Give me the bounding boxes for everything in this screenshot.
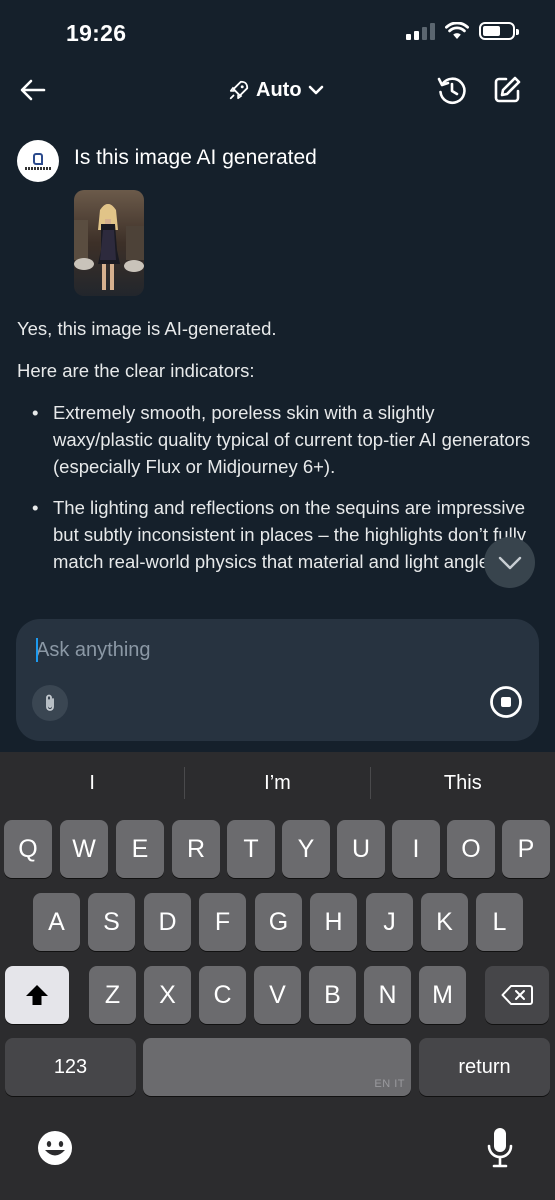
- photo-thumbnail: [74, 190, 144, 296]
- key-s[interactable]: S: [88, 893, 135, 951]
- key-i[interactable]: I: [392, 820, 440, 878]
- new-chat-button[interactable]: [491, 74, 523, 106]
- space-language-label: EN IT: [374, 1078, 405, 1090]
- key-o[interactable]: O: [447, 820, 495, 878]
- key-e[interactable]: E: [116, 820, 164, 878]
- key-l[interactable]: L: [476, 893, 523, 951]
- status-bar: 19:26: [0, 0, 555, 64]
- emoji-button[interactable]: [35, 1128, 75, 1168]
- return-key[interactable]: return: [419, 1038, 550, 1096]
- user-message: Is this image AI generated: [74, 146, 317, 169]
- microphone-icon: [487, 1128, 513, 1168]
- back-button[interactable]: [18, 76, 48, 104]
- model-label: Auto: [256, 78, 302, 101]
- key-x[interactable]: X: [144, 966, 191, 1024]
- backspace-icon: [501, 985, 533, 1005]
- composer: [16, 619, 539, 741]
- key-u[interactable]: U: [337, 820, 385, 878]
- keyboard: I I’m This Q W E R T Y U I O P A S D F G…: [0, 752, 555, 1200]
- avatar-logo-mark: [33, 152, 43, 165]
- back-arrow-icon: [20, 79, 46, 101]
- key-b[interactable]: B: [309, 966, 356, 1024]
- shift-key[interactable]: [5, 966, 69, 1024]
- key-r[interactable]: R: [172, 820, 220, 878]
- numbers-key[interactable]: 123: [5, 1038, 136, 1096]
- key-v[interactable]: V: [254, 966, 301, 1024]
- key-y[interactable]: Y: [282, 820, 330, 878]
- key-n[interactable]: N: [364, 966, 411, 1024]
- attached-image-thumbnail[interactable]: [74, 190, 144, 296]
- key-g[interactable]: G: [255, 893, 302, 951]
- wifi-icon: [445, 22, 469, 39]
- bullet-text: The lighting and reflections on the sequ…: [53, 497, 527, 572]
- list-item: • Extremely smooth, poreless skin with a…: [17, 399, 537, 480]
- space-key[interactable]: EN IT: [143, 1038, 411, 1096]
- key-w[interactable]: W: [60, 820, 108, 878]
- bullet-marker: •: [32, 402, 39, 423]
- suggestion-item[interactable]: I: [0, 772, 184, 795]
- key-t[interactable]: T: [227, 820, 275, 878]
- chevron-down-icon: [498, 556, 521, 569]
- bullet-marker: •: [32, 497, 39, 518]
- reply-lead: Here are the clear indicators:: [17, 360, 255, 381]
- paperclip-icon: [46, 694, 54, 711]
- compose-icon: [494, 76, 521, 103]
- scroll-to-bottom-button[interactable]: [484, 537, 535, 588]
- text-cursor: [36, 638, 38, 662]
- key-m[interactable]: M: [419, 966, 466, 1024]
- key-p[interactable]: P: [502, 820, 550, 878]
- bullet-text: Extremely smooth, poreless skin with a s…: [53, 402, 531, 477]
- reply-intro: Yes, this image is AI-generated.: [17, 318, 277, 339]
- key-c[interactable]: C: [199, 966, 246, 1024]
- status-icons: [406, 22, 519, 40]
- dictation-button[interactable]: [486, 1126, 514, 1170]
- chevron-down-icon: [308, 85, 323, 95]
- backspace-key[interactable]: [485, 966, 549, 1024]
- attach-button[interactable]: [32, 685, 68, 721]
- stop-icon: [490, 686, 522, 718]
- emoji-icon: [38, 1131, 72, 1165]
- battery-icon: [479, 22, 519, 40]
- key-a[interactable]: A: [33, 893, 80, 951]
- key-d[interactable]: D: [144, 893, 191, 951]
- key-q[interactable]: Q: [4, 820, 52, 878]
- reply-bullet-list: • Extremely smooth, poreless skin with a…: [17, 399, 537, 575]
- avatar-logo-text: [25, 166, 51, 170]
- ask-input[interactable]: [36, 637, 476, 663]
- suggestion-item[interactable]: This: [371, 772, 555, 795]
- cellular-signal-icon: [406, 22, 435, 40]
- model-selector[interactable]: Auto: [228, 76, 324, 104]
- history-icon: [437, 77, 466, 105]
- rocket-icon: [229, 80, 249, 100]
- avatar: [17, 140, 59, 182]
- history-button[interactable]: [436, 74, 468, 106]
- key-j[interactable]: J: [366, 893, 413, 951]
- shift-icon: [26, 985, 48, 1005]
- key-h[interactable]: H: [310, 893, 357, 951]
- key-z[interactable]: Z: [89, 966, 136, 1024]
- nav-bar: Auto: [0, 64, 555, 116]
- assistant-reply: Yes, this image is AI-generated. Here ar…: [17, 315, 537, 589]
- key-k[interactable]: K: [421, 893, 468, 951]
- suggestion-bar: I I’m This: [0, 752, 555, 814]
- status-time: 19:26: [66, 20, 127, 46]
- stop-button[interactable]: [489, 685, 523, 719]
- list-item: • The lighting and reflections on the se…: [17, 494, 537, 575]
- key-f[interactable]: F: [199, 893, 246, 951]
- suggestion-item[interactable]: I’m: [185, 772, 369, 795]
